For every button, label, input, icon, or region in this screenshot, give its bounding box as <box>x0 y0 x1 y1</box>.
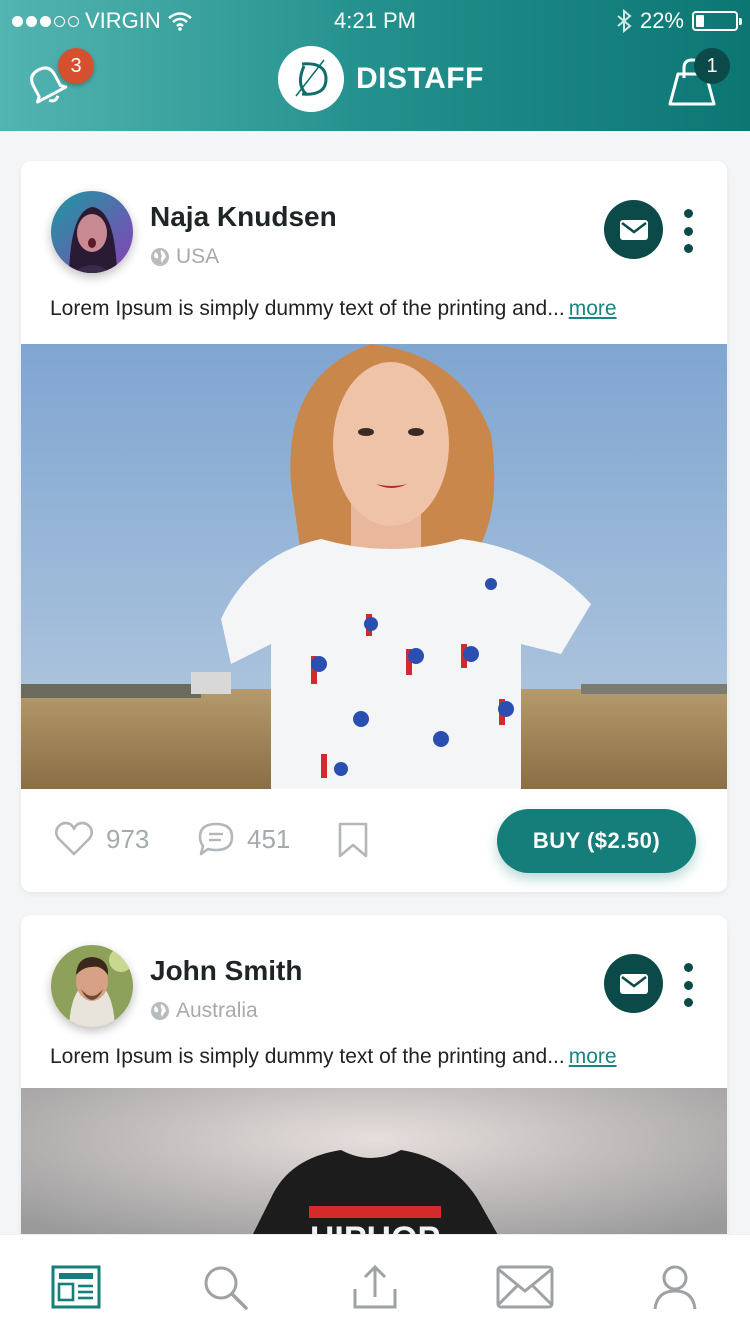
upload-icon <box>353 1264 397 1309</box>
battery-percent: 22% <box>639 8 684 33</box>
post-text: Lorem Ipsum is simply dummy text of the … <box>50 1045 565 1068</box>
cart-badge: 1 <box>694 48 730 84</box>
tab-messages[interactable] <box>495 1261 555 1313</box>
author-location: USA <box>150 245 219 269</box>
buy-button[interactable]: BUY ($2.50) <box>497 809 696 873</box>
comment-icon <box>198 822 234 856</box>
avatar[interactable] <box>51 191 133 273</box>
more-link[interactable]: more <box>569 1045 617 1068</box>
app-logo: DISTAFF <box>278 46 484 112</box>
logo-mark <box>278 46 344 112</box>
envelope-icon <box>619 219 648 240</box>
message-button[interactable] <box>604 954 663 1013</box>
more-options-button[interactable] <box>681 209 695 253</box>
post-image[interactable] <box>21 344 727 789</box>
battery-icon <box>692 11 742 31</box>
post-text: Lorem Ipsum is simply dummy text of the … <box>50 297 565 320</box>
envelope-icon <box>619 973 648 994</box>
post-description: Lorem Ipsum is simply dummy text of the … <box>50 1045 617 1069</box>
heart-icon <box>54 821 94 856</box>
search-icon <box>204 1266 248 1310</box>
status-bar: VIRGIN 4:21 PM 22% <box>0 8 750 36</box>
post-actions: 973 451 BUY ($2.50) <box>21 809 727 873</box>
bookmark-icon <box>338 822 368 858</box>
globe-icon <box>151 248 169 266</box>
bookmark-button[interactable] <box>337 821 369 859</box>
more-link[interactable]: more <box>569 297 617 320</box>
tab-search[interactable] <box>199 1261 251 1313</box>
comment-button[interactable]: 451 <box>197 821 290 857</box>
globe-icon <box>151 1002 169 1020</box>
post-description: Lorem Ipsum is simply dummy text of the … <box>50 297 617 321</box>
user-icon <box>653 1265 697 1310</box>
app-name: DISTAFF <box>356 62 484 95</box>
comment-count: 451 <box>247 823 291 854</box>
message-button[interactable] <box>604 200 663 259</box>
tab-upload[interactable] <box>349 1261 401 1313</box>
author-name[interactable]: Naja Knudsen <box>150 201 337 233</box>
envelope-icon <box>496 1265 554 1309</box>
tab-profile[interactable] <box>649 1261 701 1313</box>
author-name[interactable]: John Smith <box>150 955 302 987</box>
avatar[interactable] <box>51 945 133 1027</box>
newspaper-icon <box>51 1265 101 1309</box>
tab-feed[interactable] <box>50 1261 102 1313</box>
more-options-button[interactable] <box>681 963 695 1007</box>
post-card: John Smith Australia Lorem Ipsum is simp… <box>21 915 727 1255</box>
location-label: Australia <box>176 999 258 1022</box>
tab-bar <box>0 1234 750 1334</box>
app-header: VIRGIN 4:21 PM 22% 3 DISTAFF 1 <box>0 0 750 131</box>
notification-badge: 3 <box>58 48 94 84</box>
like-button[interactable]: 973 <box>54 821 149 857</box>
location-label: USA <box>176 245 220 268</box>
author-location: Australia <box>150 999 258 1023</box>
post-image[interactable]: HIPHOP <box>21 1088 727 1255</box>
post-card: Naja Knudsen USA Lorem Ipsum is simply d… <box>21 161 727 892</box>
like-count: 973 <box>106 823 150 854</box>
bluetooth-icon <box>617 9 632 33</box>
